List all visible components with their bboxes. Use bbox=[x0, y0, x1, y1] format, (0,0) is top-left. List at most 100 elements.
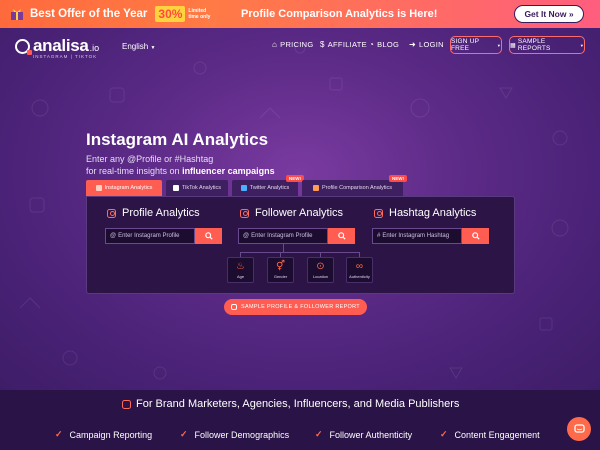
tab-twitter[interactable]: Twitter Analytics bbox=[232, 180, 298, 196]
sample-report-label: SAMPLE PROFILE & FOLLOWER REPORT bbox=[241, 304, 360, 310]
age-label: Age bbox=[236, 273, 245, 279]
authenticity-label: Authenticity bbox=[349, 273, 370, 279]
profile-search-button[interactable] bbox=[195, 228, 222, 244]
follower-search-button[interactable] bbox=[328, 228, 355, 244]
instagram-icon bbox=[95, 185, 102, 191]
authenticity-feature: ∞ Authenticity bbox=[346, 257, 373, 283]
language-selector[interactable]: English ▼ bbox=[122, 42, 155, 51]
hashtag-search-button[interactable] bbox=[462, 228, 489, 244]
promo-bar: Best Offer of the Year 30% Limited time … bbox=[0, 0, 600, 28]
mask-icon: ∞ bbox=[355, 260, 364, 272]
instagram-icon bbox=[374, 208, 383, 218]
sample-reports-button[interactable]: ▦ SAMPLE REPORTS ▼ bbox=[509, 36, 585, 54]
logo[interactable]: analisa .io bbox=[15, 36, 99, 56]
follower-input-placeholder: Enter Instagram Profile bbox=[251, 233, 313, 239]
feature-label: Campaign Reporting bbox=[69, 429, 153, 440]
tiktok-icon bbox=[173, 185, 180, 191]
nav-login[interactable]: ➜ LOGIN bbox=[409, 40, 444, 49]
twitter-icon bbox=[240, 185, 247, 191]
gender-feature: ⚥ Gender bbox=[267, 257, 294, 283]
chat-icon bbox=[573, 423, 585, 433]
profile-search-input[interactable]: @ Enter Instagram Profile bbox=[105, 228, 195, 244]
promo-announcement: Profile Comparison Analytics is Here! bbox=[241, 8, 438, 20]
location-label: Location bbox=[312, 273, 329, 279]
check-icon: ✓ bbox=[55, 429, 63, 439]
age-feature: ♨ Age bbox=[227, 257, 254, 283]
feature-label: Follower Demographics bbox=[194, 429, 290, 440]
feature-item: ✓ Follower Demographics bbox=[180, 429, 289, 440]
feature-item: ✓ Campaign Reporting bbox=[55, 429, 152, 440]
nav-login-label: LOGIN bbox=[419, 40, 444, 49]
nav-affiliate[interactable]: $ AFFILIATE bbox=[320, 40, 367, 49]
instagram-icon bbox=[240, 208, 249, 218]
follower-analytics-title: Follower Analytics bbox=[240, 207, 343, 219]
tab-profile-comparison[interactable]: Profile Comparison Analytics bbox=[302, 180, 403, 196]
connector-line bbox=[283, 244, 284, 252]
nav-pricing-label: PRICING bbox=[280, 40, 314, 49]
profile-input-placeholder: Enter Instagram Profile bbox=[118, 233, 180, 239]
tab-tiktok[interactable]: TikTok Analytics bbox=[166, 180, 228, 196]
feature-label: Follower Authenticity bbox=[329, 429, 413, 440]
hashtag-input-placeholder: Enter Instagram Hashtag bbox=[382, 233, 450, 239]
hero-subtitle-2: for real-time insights on influencer cam… bbox=[86, 166, 275, 176]
hero-subtitle-2-prefix: for real-time insights on bbox=[86, 166, 180, 176]
check-icon: ✓ bbox=[440, 429, 448, 439]
limited-time-text: Limited time only bbox=[188, 8, 211, 20]
caret-down-icon: ▼ bbox=[496, 42, 501, 48]
search-icon bbox=[337, 232, 346, 240]
at-icon: @ bbox=[110, 233, 117, 239]
feature-item: ✓ Content Engagement bbox=[440, 429, 540, 440]
gender-label: Gender bbox=[273, 273, 288, 279]
dollar-icon: $ bbox=[320, 40, 325, 49]
at-icon: @ bbox=[243, 233, 250, 239]
gender-icon: ⚥ bbox=[275, 260, 286, 272]
cake-icon: ♨ bbox=[236, 260, 245, 272]
logo-mark-icon bbox=[15, 38, 32, 55]
profile-analytics-title: Profile Analytics bbox=[107, 207, 200, 219]
hero-subtitle-2-bold: influencer campaigns bbox=[182, 166, 275, 176]
tab-profile-comparison-label: Profile Comparison Analytics bbox=[321, 185, 392, 191]
hero-subtitle-1: Enter any @Profile or #Hashtag bbox=[86, 154, 214, 164]
check-icon: ✓ bbox=[315, 429, 323, 439]
chart-icon: ▦ bbox=[510, 42, 516, 49]
search-icon bbox=[471, 232, 480, 240]
feature-label: Content Engagement bbox=[454, 429, 540, 440]
hashtag-analytics-title: Hashtag Analytics bbox=[374, 207, 476, 219]
hashtag-search-input[interactable]: # Enter Instagram Hashtag bbox=[372, 228, 462, 244]
nav-pricing[interactable]: ⌂ PRICING bbox=[272, 40, 314, 49]
language-label: English bbox=[122, 42, 149, 51]
location-feature: ⊙ Location bbox=[307, 257, 334, 283]
get-it-now-button[interactable]: Get It Now » bbox=[514, 5, 584, 23]
profile-analytics-label: Profile Analytics bbox=[122, 207, 200, 219]
nav-blog[interactable]: ◔ BLOG bbox=[369, 40, 399, 49]
caret-down-icon: ▼ bbox=[579, 42, 584, 48]
sample-report-button[interactable]: SAMPLE PROFILE & FOLLOWER REPORT bbox=[224, 299, 367, 315]
signup-label: SIGN UP FREE bbox=[451, 38, 480, 52]
instagram-icon bbox=[107, 208, 116, 218]
rss-icon: ◔ bbox=[369, 40, 375, 49]
comparison-icon bbox=[312, 185, 319, 191]
follower-search-input[interactable]: @ Enter Instagram Profile bbox=[238, 228, 328, 244]
audience-title-text: For Brand Marketers, Agencies, Influence… bbox=[136, 398, 460, 410]
instagram-icon bbox=[231, 304, 238, 310]
check-icon: ✓ bbox=[180, 429, 188, 439]
hashtag-analytics-label: Hashtag Analytics bbox=[389, 207, 477, 219]
nav-affiliate-label: AFFILIATE bbox=[327, 40, 367, 49]
location-pin-icon: ⊙ bbox=[316, 260, 325, 272]
connector-line bbox=[240, 252, 360, 253]
logo-tagline: INSTAGRAM | TIKTOK bbox=[33, 54, 98, 59]
feature-item: ✓ Follower Authenticity bbox=[315, 429, 412, 440]
nav-blog-label: BLOG bbox=[377, 40, 400, 49]
tab-instagram[interactable]: Instagram Analytics bbox=[86, 180, 162, 196]
audience-title: For Brand Marketers, Agencies, Influence… bbox=[122, 398, 459, 410]
tab-instagram-label: Instagram Analytics bbox=[104, 185, 153, 191]
login-icon: ➜ bbox=[409, 40, 417, 49]
tab-twitter-label: Twitter Analytics bbox=[249, 185, 290, 191]
discount-badge: 30% bbox=[155, 6, 186, 22]
instagram-icon bbox=[122, 399, 131, 409]
search-icon bbox=[204, 232, 213, 240]
best-offer-text: Best Offer of the Year bbox=[30, 8, 148, 20]
tags-icon: ⌂ bbox=[272, 40, 278, 49]
signup-button[interactable]: SIGN UP FREE ▼ bbox=[450, 36, 502, 54]
chat-button[interactable] bbox=[567, 417, 591, 441]
